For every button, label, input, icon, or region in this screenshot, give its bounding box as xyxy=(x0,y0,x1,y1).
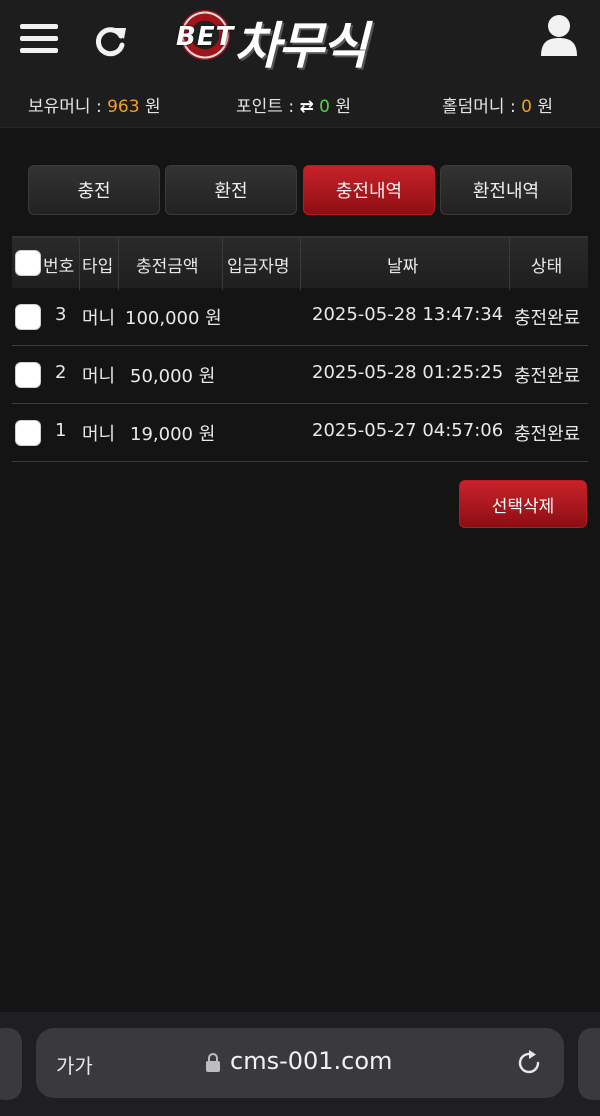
point-unit: 원 xyxy=(329,97,351,117)
tab-charge-history[interactable]: 충전내역 xyxy=(303,165,435,215)
col-status: 상태 xyxy=(531,257,563,277)
row-date: 2025-05-28 01:25:25 xyxy=(312,362,504,383)
money-value: 963 xyxy=(107,97,140,117)
row-type: 머니 xyxy=(82,424,116,445)
table-row: 3 머니 100,000 원 2025-05-28 13:47:34 충전완료 xyxy=(12,288,588,346)
table-header: 번호 타입 충전금액 입금자명 날짜 상태 xyxy=(12,236,588,290)
tab-exchange[interactable]: 환전 xyxy=(165,165,297,215)
point-label: 포인트 : xyxy=(236,97,300,117)
row-number: 3 xyxy=(55,304,67,325)
table-row: 2 머니 50,000 원 2025-05-28 01:25:25 충전완료 xyxy=(12,346,588,404)
previous-tab-preview[interactable] xyxy=(0,1028,22,1100)
holdem-label: 홀덤머니 : xyxy=(442,97,522,117)
table-row: 1 머니 19,000 원 2025-05-27 04:57:06 충전완료 xyxy=(12,404,588,462)
holdem-money: 홀덤머니 : 0 원 xyxy=(442,92,553,117)
row-number: 2 xyxy=(55,362,67,383)
row-checkbox[interactable] xyxy=(15,420,41,446)
tab-exchange-history[interactable]: 환전내역 xyxy=(440,165,572,215)
site-logo[interactable]: BET 차무식 xyxy=(176,6,416,75)
select-all-checkbox[interactable] xyxy=(15,250,41,276)
point-value: 0 xyxy=(319,97,330,117)
money-label: 보유머니 : xyxy=(28,97,108,117)
row-date: 2025-05-27 04:57:06 xyxy=(312,420,504,441)
url-text[interactable]: cms-001.com xyxy=(230,1047,392,1075)
address-bar[interactable]: 가가 cms-001.com xyxy=(36,1028,564,1098)
row-type: 머니 xyxy=(82,308,116,329)
row-amount: 50,000 원 xyxy=(130,366,216,387)
row-type: 머니 xyxy=(82,366,116,387)
reload-icon[interactable] xyxy=(514,1048,544,1078)
next-tab-preview[interactable] xyxy=(578,1028,600,1100)
row-checkbox[interactable] xyxy=(15,362,41,388)
balance-bar: 보유머니 : 963 원 포인트 : ⇄ 0 원 홀덤머니 : 0 원 xyxy=(0,88,600,120)
delete-selected-button[interactable]: 선택삭제 xyxy=(459,480,587,528)
tab-charge[interactable]: 충전 xyxy=(28,165,160,215)
points: 포인트 : ⇄ 0 원 xyxy=(236,92,351,117)
row-date: 2025-05-28 13:47:34 xyxy=(312,304,504,325)
user-icon[interactable] xyxy=(540,14,578,58)
col-amount: 충전금액 xyxy=(136,257,199,277)
row-amount: 19,000 원 xyxy=(130,424,216,445)
row-checkbox[interactable] xyxy=(15,304,41,330)
menu-icon[interactable] xyxy=(20,22,58,56)
col-depositor: 입금자명 xyxy=(227,257,290,277)
swap-icon[interactable]: ⇄ xyxy=(299,97,313,117)
col-type: 타입 xyxy=(82,257,114,277)
row-status: 충전완료 xyxy=(514,308,581,329)
holding-money: 보유머니 : 963 원 xyxy=(28,92,161,117)
browser-toolbar: 가가 cms-001.com xyxy=(0,1012,600,1116)
logo-prefix: BET xyxy=(176,22,235,52)
row-number: 1 xyxy=(55,420,67,441)
logo-name: 차무식 xyxy=(234,17,368,75)
row-status: 충전완료 xyxy=(514,424,581,445)
holdem-unit: 원 xyxy=(531,97,553,117)
refresh-icon[interactable] xyxy=(94,24,128,58)
page: BET 차무식 보유머니 : 963 원 포인트 : ⇄ 0 원 홀덤머니 : … xyxy=(0,0,600,1116)
lock-icon xyxy=(206,1053,220,1072)
holdem-value: 0 xyxy=(521,97,532,117)
row-status: 충전완료 xyxy=(514,366,581,387)
reader-text-size-button[interactable]: 가가 xyxy=(56,1050,93,1079)
top-header: BET 차무식 보유머니 : 963 원 포인트 : ⇄ 0 원 홀덤머니 : … xyxy=(0,0,600,128)
money-unit: 원 xyxy=(139,97,161,117)
col-date: 날짜 xyxy=(387,257,419,277)
row-amount: 100,000 원 xyxy=(125,308,222,329)
col-number: 번호 xyxy=(43,257,75,277)
